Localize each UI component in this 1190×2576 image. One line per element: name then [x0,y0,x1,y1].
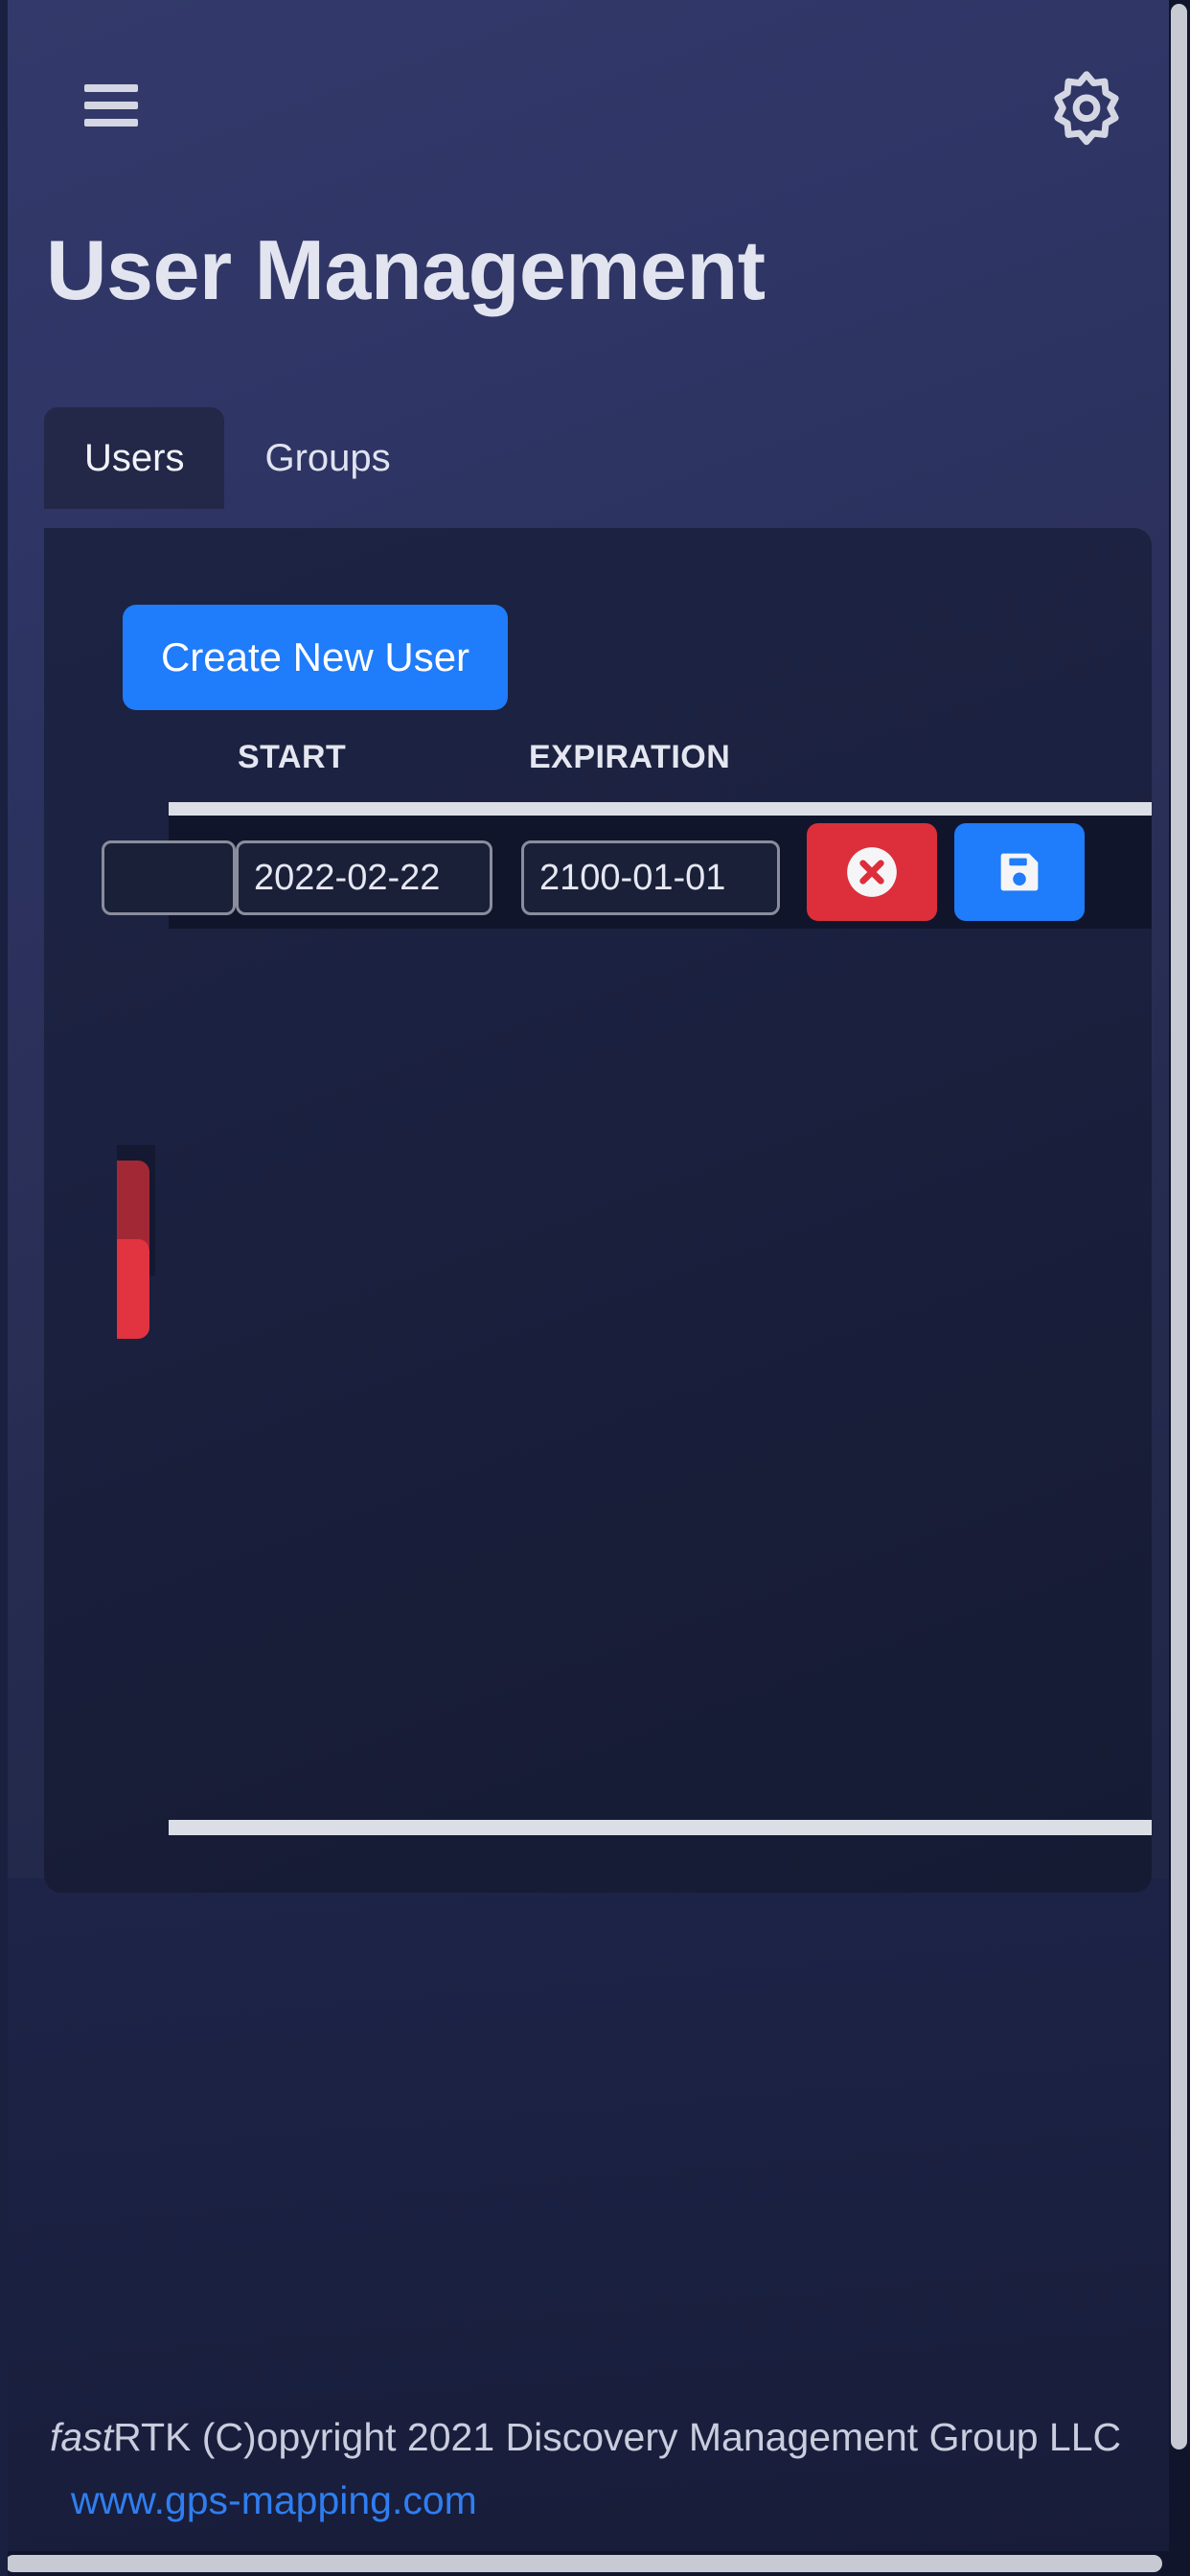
start-date-input[interactable] [236,840,492,915]
tab-groups-label: Groups [264,436,391,479]
gear-icon[interactable] [1046,65,1127,146]
column-header-start: START [238,739,347,775]
page-title: User Management [46,222,766,317]
hamburger-bar [84,102,138,109]
clipped-field-input[interactable] [102,840,236,915]
page-horizontal-scrollbar-track[interactable] [0,2551,1190,2576]
website-link[interactable]: www.gps-mapping.com [71,2478,477,2523]
page-vertical-scrollbar-track[interactable] [1169,0,1190,2576]
copyright-text: fastRTK (C)opyright 2021 Discovery Manag… [50,2415,1161,2460]
app-header [0,0,1190,206]
tab-bar: Users Groups [44,407,431,509]
save-row-button[interactable] [954,823,1085,921]
left-edge-strip [0,0,8,2576]
table-column-headers: START EXPIRATION [44,739,1152,798]
users-panel: Create New User START EXPIRATION [44,528,1152,1893]
cancel-row-button[interactable] [807,823,937,921]
page-vertical-scrollbar-thumb[interactable] [1171,4,1187,2450]
brand-rtk: RTK [113,2415,192,2459]
table-row-editing [102,816,1152,929]
app-root: User Management Users Groups Create New … [0,0,1190,2576]
tab-users[interactable]: Users [44,407,225,509]
tab-users-label: Users [84,436,185,479]
delete-button-partial[interactable] [117,1239,149,1339]
page-horizontal-scrollbar-thumb[interactable] [5,2555,1162,2572]
create-new-user-button[interactable]: Create New User [123,605,508,710]
tab-groups[interactable]: Groups [224,407,430,509]
copyright-rest: (C)opyright 2021 Discovery Management Gr… [191,2415,1122,2459]
users-table: START EXPIRATION [44,739,1152,1893]
table-horizontal-scrollbar-top[interactable] [169,802,1152,816]
expiration-date-input[interactable] [521,840,780,915]
hamburger-menu-icon[interactable] [84,84,138,126]
cancel-circle-x-icon [842,842,902,902]
floppy-disk-save-icon [992,844,1047,900]
hamburger-bar [84,119,138,126]
column-header-expiration: EXPIRATION [529,739,731,775]
brand-fast: fast [50,2415,114,2459]
background-lower [0,1878,1190,2576]
hamburger-bar [84,84,138,92]
table-horizontal-scrollbar-track[interactable] [169,1820,1152,1835]
